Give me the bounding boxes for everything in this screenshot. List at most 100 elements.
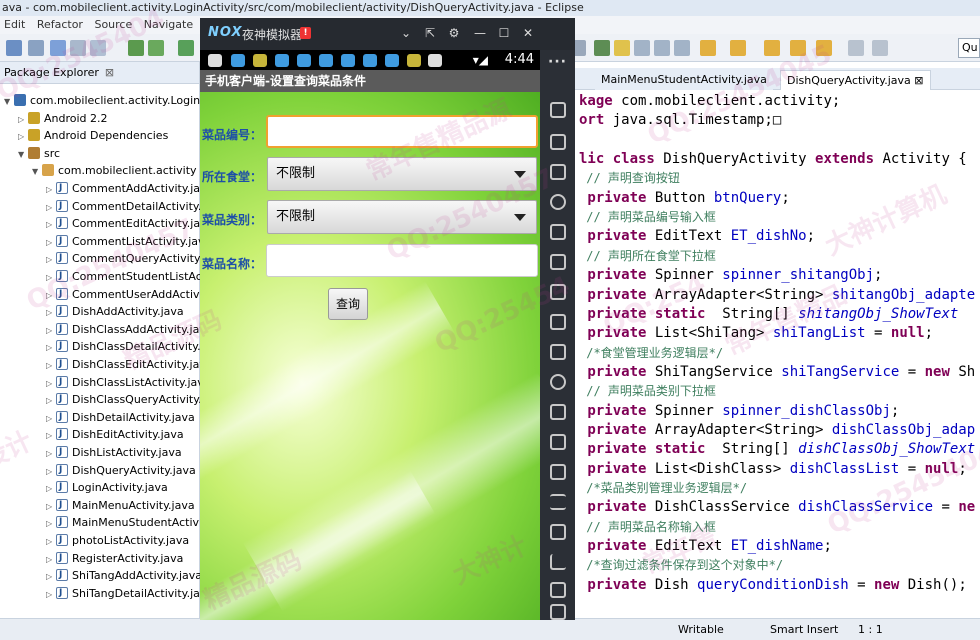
tree-item[interactable]: ▷ photoListActivity.java [46,532,189,549]
shared-folder-icon[interactable] [550,344,566,360]
show-whitespace-icon[interactable] [654,40,670,56]
category-spinner[interactable]: 不限制 [267,200,537,234]
settings-icon[interactable] [550,524,566,540]
close-icon[interactable]: ⊠ [105,66,114,79]
fullscreen-icon[interactable] [550,254,566,270]
settings-icon[interactable]: ⚙ [446,25,462,41]
alert-icon[interactable]: ! [300,27,311,39]
expand-arrow-icon[interactable]: ▷ [46,287,56,304]
apk-install-icon[interactable] [550,224,566,240]
tree-item[interactable]: ▷ LoginActivity.java [46,479,168,496]
package-explorer-tab[interactable]: Package Explorer ⊠ [0,62,199,84]
tree-item[interactable]: ▷ CommentAddActivity.java [46,180,213,197]
expand-arrow-icon[interactable]: ▷ [46,586,56,603]
video-record-icon[interactable] [550,434,566,450]
maximize-icon[interactable]: ☐ [496,25,512,41]
tree-item[interactable]: ▷ MainMenuStudentActivit [46,514,206,531]
query-button[interactable]: 查询 [328,288,368,320]
tree-item[interactable]: ▷ CommentStudentListActi [46,268,209,285]
tree-item[interactable]: ▷ CommentListActivity.java [46,233,211,250]
tab-dishqueryactivity[interactable]: DishQueryActivity.java ⊠ [780,70,931,90]
forward-icon[interactable] [816,40,832,56]
save-icon[interactable] [50,40,66,56]
expand-arrow-icon[interactable]: ▷ [46,445,56,462]
new-dropdown-icon[interactable] [28,40,44,56]
expand-arrow-icon[interactable]: ▷ [46,304,56,321]
expand-arrow-icon[interactable]: ▷ [46,498,56,515]
tree-item[interactable]: ▷ MainMenuActivity.java [46,497,195,514]
dish-no-input[interactable] [266,115,538,148]
tree-item[interactable]: ▷ Android 2.2 [18,110,108,127]
tree-item[interactable]: ▷ CommentQueryActivity.ja [46,250,212,267]
macro-icon[interactable] [550,404,566,420]
print-icon[interactable] [90,40,106,56]
menu-navigate[interactable]: Navigate [140,16,197,34]
avd-manager-icon[interactable] [148,40,164,56]
expand-arrow-icon[interactable]: ▷ [46,410,56,427]
scissors-icon[interactable] [550,164,566,180]
menu-source[interactable]: Source [90,16,136,34]
tree-item[interactable]: ▷ DishEditActivity.java [46,426,184,443]
tree-item[interactable]: ▷ DishListActivity.java [46,444,182,461]
back-icon[interactable] [550,554,566,570]
new-icon[interactable] [6,40,22,56]
tree-item[interactable]: ▷ DishClassDetailActivity.ja [46,338,210,355]
block-selection-icon[interactable] [634,40,650,56]
expand-arrow-icon[interactable]: ▷ [46,339,56,356]
volume-down-icon[interactable] [550,314,566,330]
tab-mainmenustudentactivity[interactable]: MainMenuStudentActivity.java [595,70,773,90]
tree-item[interactable]: ▼ com.mobileclient.activity [32,162,197,179]
tree-item[interactable]: ▷ RegisterActivity.java [46,550,183,567]
tree-item[interactable]: ▷ DishClassQueryActivity.ja [46,391,211,408]
save-all-icon[interactable] [70,40,86,56]
expand-arrow-icon[interactable]: ▷ [46,199,56,216]
expand-arrow-icon[interactable]: ▼ [32,163,42,180]
tree-item[interactable]: ▷ CommentUserAddActivit [46,286,207,303]
menu-icon[interactable] [550,494,566,510]
recent-apps-icon[interactable] [550,604,566,620]
expand-arrow-icon[interactable]: ▷ [46,480,56,497]
code-editor[interactable]: kage com.mobileclient.activity; ort java.… [575,90,980,617]
expand-arrow-icon[interactable]: ▼ [18,146,28,163]
expand-arrow-icon[interactable]: ▷ [18,128,28,145]
menu-edit[interactable]: Edit [0,16,29,34]
expand-arrow-icon[interactable]: ▷ [46,251,56,268]
expand-arrow-icon[interactable]: ▷ [46,568,56,585]
more-icon[interactable]: ··· [548,54,567,70]
close-icon[interactable]: ⊠ [914,74,923,87]
shake-icon[interactable] [550,374,566,390]
mark-occurrences-icon[interactable] [594,40,610,56]
last-edit-icon[interactable] [764,40,780,56]
expand-arrow-icon[interactable]: ▷ [46,463,56,480]
location-icon[interactable] [550,194,566,210]
expand-arrow-icon[interactable]: ▼ [4,93,14,110]
tree-item[interactable]: ▷ ShiTangDetailActivity.jav [46,585,206,602]
tree-item[interactable]: ▷ Android Dependencies [18,127,168,144]
expand-arrow-icon[interactable]: ▷ [46,375,56,392]
dish-name-input[interactable] [266,244,538,277]
next-annotation-icon[interactable] [700,40,716,56]
pin-icon[interactable] [848,40,864,56]
tree-item[interactable]: ▷ DishClassEditActivity.java [46,356,213,373]
expand-arrow-icon[interactable]: ▷ [18,111,28,128]
tree-item[interactable]: ▷ ShiTangAddActivity.java [46,567,202,584]
expand-arrow-icon[interactable]: ▷ [46,234,56,251]
expand-arrow-icon[interactable]: ▷ [46,322,56,339]
keyboard-icon[interactable] [550,102,566,118]
expand-arrow-icon[interactable]: ▷ [46,551,56,568]
expand-arrow-icon[interactable]: ▷ [46,181,56,198]
tree-item[interactable]: ▷ DishDetailActivity.java [46,409,195,426]
expand-arrow-icon[interactable]: ▷ [46,357,56,374]
minimize-icon[interactable]: — [472,25,488,41]
menu-refactor[interactable]: Refactor [33,16,87,34]
multi-instance-icon[interactable] [550,464,566,480]
expand-arrow-icon[interactable]: ▷ [46,515,56,532]
expand-arrow-icon[interactable]: ▷ [46,269,56,286]
tree-item[interactable]: ▷ CommentDetailActivity.ja [46,198,211,215]
paragraph-icon[interactable] [674,40,690,56]
back-icon[interactable] [790,40,806,56]
screenshot-icon[interactable] [550,134,566,150]
volume-up-icon[interactable] [550,284,566,300]
tree-item[interactable]: ▼ src [18,145,60,162]
tree-item[interactable]: ▷ DishQueryActivity.java [46,462,196,479]
